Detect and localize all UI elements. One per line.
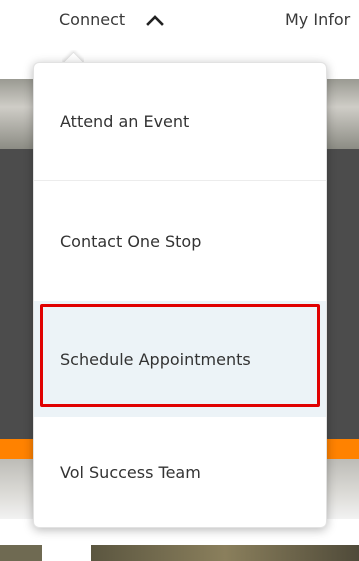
chevron-up-icon[interactable] [145, 12, 165, 28]
menu-item-attend-an-event[interactable]: Attend an Event [34, 63, 326, 180]
menu-item-schedule-appointments[interactable]: Schedule Appointments [34, 301, 326, 417]
menu-item-contact-one-stop[interactable]: Contact One Stop [34, 180, 326, 301]
nav-my-info[interactable]: My Infor [285, 10, 350, 29]
connect-dropdown-menu: Attend an Event Contact One Stop Schedul… [33, 62, 327, 528]
dropdown-notch [62, 50, 84, 62]
background-thumbnail-left[interactable] [0, 545, 42, 561]
top-navigation: Connect My Infor [0, 0, 359, 44]
background-thumbnail-right[interactable] [91, 545, 359, 561]
nav-connect[interactable]: Connect [59, 10, 125, 29]
page: Connect My Infor Attend an Event Contact… [0, 0, 359, 561]
menu-item-vol-success-team[interactable]: Vol Success Team [34, 417, 326, 527]
